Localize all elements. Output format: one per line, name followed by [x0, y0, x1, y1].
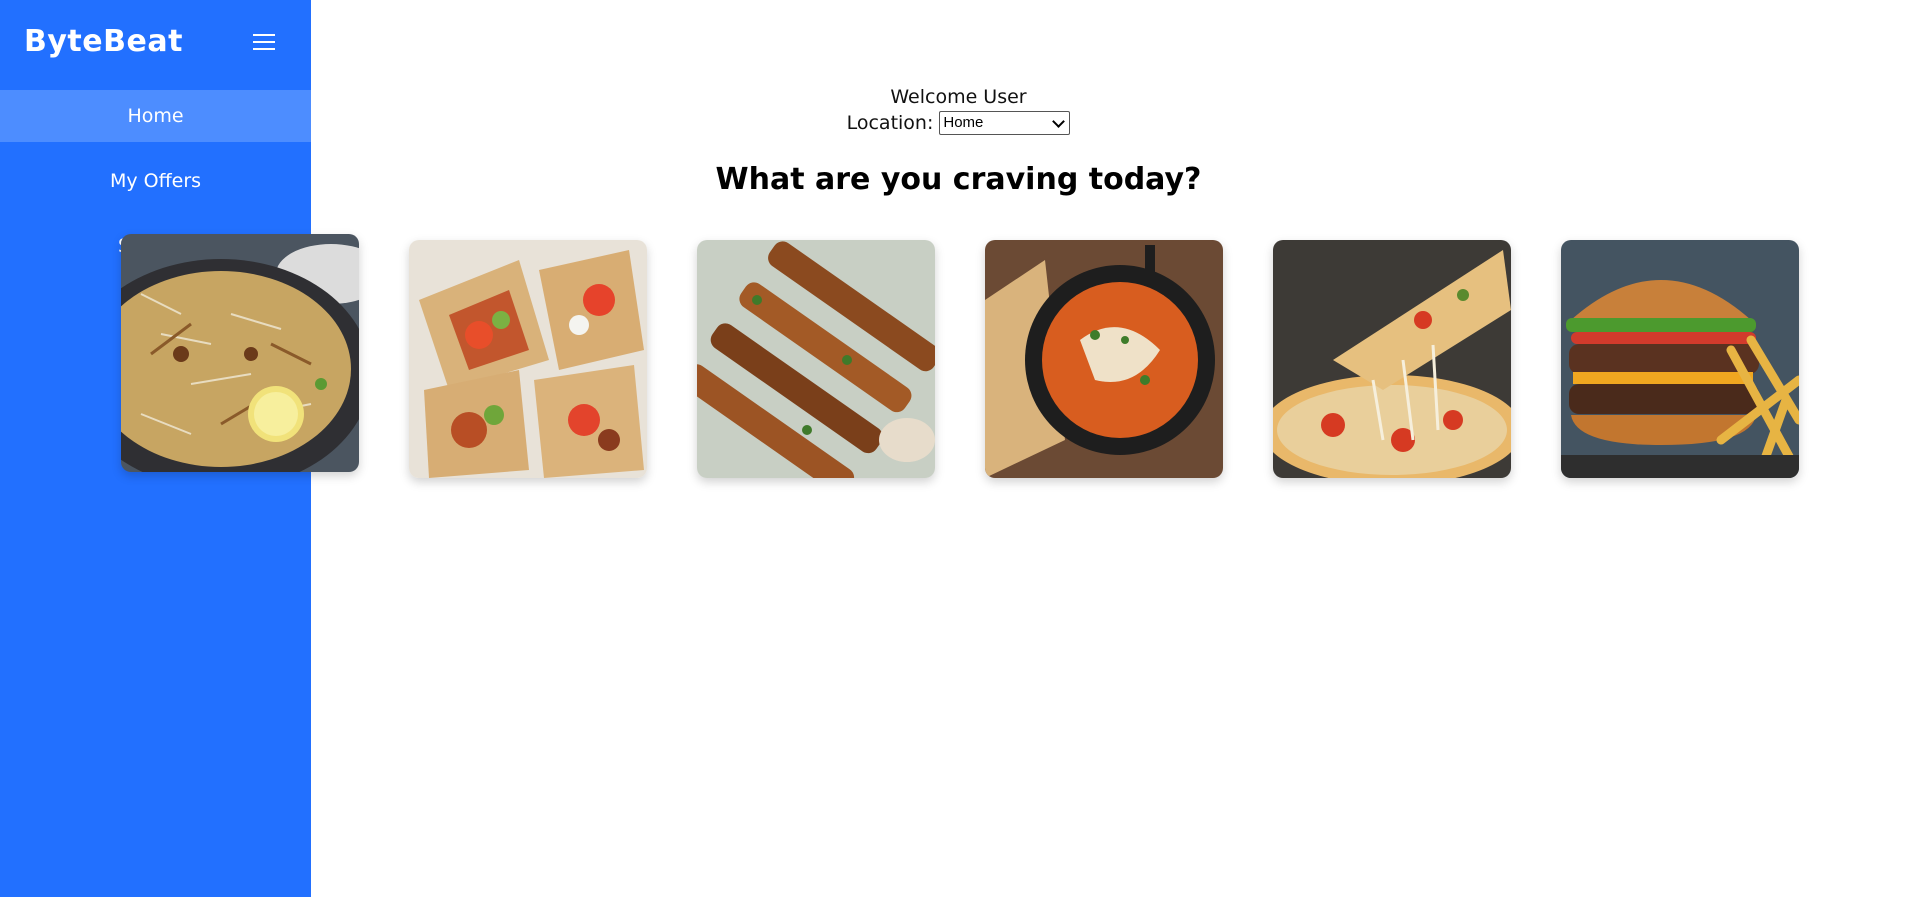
- location-selected-value: Home: [943, 114, 984, 131]
- location-select[interactable]: Home: [939, 111, 1071, 135]
- pizza-image: [1273, 240, 1511, 478]
- page-title: What are you craving today?: [715, 162, 1202, 197]
- hamburger-icon[interactable]: [250, 28, 278, 56]
- sidebar-item-home[interactable]: Home: [0, 90, 311, 142]
- food-card-butter-chicken[interactable]: [985, 240, 1223, 478]
- food-card-pizza[interactable]: [1273, 240, 1511, 478]
- food-card-chicken-skewers[interactable]: [697, 240, 935, 478]
- food-card-burger[interactable]: [1561, 240, 1799, 478]
- chevron-down-icon: [1052, 114, 1066, 128]
- biryani-image: [121, 234, 359, 472]
- food-card-biryani[interactable]: [121, 234, 359, 472]
- food-card-shawarma-wraps[interactable]: [409, 240, 647, 478]
- brand-logo[interactable]: ByteBeat: [24, 24, 183, 59]
- chicken-skewers-image: [697, 240, 935, 478]
- location-row: Location: Home: [311, 110, 1606, 136]
- shawarma-wraps-image: [409, 240, 647, 478]
- welcome-text: Welcome User: [890, 86, 1027, 108]
- sidebar-item-my-offers[interactable]: My Offers: [0, 155, 311, 207]
- welcome-header: Welcome User Location: Home: [311, 84, 1606, 136]
- location-label: Location:: [846, 112, 934, 134]
- burger-image: [1561, 240, 1799, 478]
- butter-chicken-image: [985, 240, 1223, 478]
